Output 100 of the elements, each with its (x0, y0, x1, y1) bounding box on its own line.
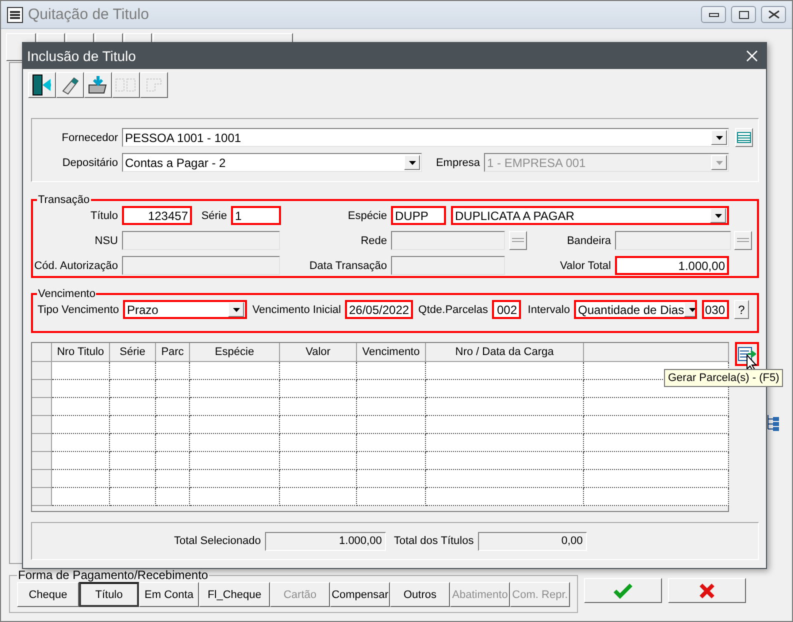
table-cell (156, 488, 190, 506)
cancel-button[interactable] (668, 578, 746, 603)
field-label: Empresa (434, 156, 481, 168)
text-field[interactable]: DUPP (391, 206, 446, 225)
field-label: Tipo Vencimento (36, 304, 120, 316)
text-field[interactable]: 123457 (122, 206, 192, 225)
column-header[interactable]: Vencimento (357, 343, 426, 362)
field-label: Vencimento Inicial (251, 304, 342, 316)
table-cell (156, 470, 190, 488)
table-cell (52, 434, 110, 452)
table-cell (52, 488, 110, 506)
close-icon[interactable] (746, 50, 758, 62)
window-icon (7, 6, 23, 22)
field-label: Data Transação (308, 260, 388, 272)
dropdown[interactable]: PESSOA 1001 - 1001 (122, 128, 729, 147)
field-label: Bandeira (566, 234, 612, 246)
table-cell (357, 470, 426, 488)
lookup-button[interactable] (735, 128, 753, 147)
caret-icon (408, 160, 416, 164)
toolbar-button[interactable] (56, 72, 84, 98)
column-header[interactable]: Valor (280, 343, 357, 362)
group-label: Transação (37, 194, 91, 206)
tree-icon (766, 414, 780, 431)
total-field: 0,00 (478, 532, 587, 550)
confirm-button[interactable] (584, 578, 662, 603)
text-field[interactable]: 1 (231, 206, 281, 225)
dropdown[interactable]: Quantidade de Dias (574, 300, 697, 319)
caret-icon (232, 308, 240, 312)
table-cell (357, 398, 426, 416)
table-cell (156, 434, 190, 452)
caret-icon (716, 160, 722, 164)
field-label: Intervalo (526, 304, 571, 316)
field-label: Cód. Autorização (33, 260, 119, 272)
field-label: Rede (360, 234, 388, 246)
text-field[interactable]: 002 (492, 300, 521, 319)
caret-icon (688, 308, 695, 312)
field-label: Fornecedor (60, 132, 119, 144)
tooltip: Gerar Parcela(s) - (F5) (664, 369, 784, 387)
payment-button[interactable]: Fl_Cheque (199, 582, 270, 607)
text-field[interactable]: 030 (702, 300, 729, 319)
toolbar-button[interactable] (28, 72, 56, 98)
field-label: Depositário (61, 156, 119, 168)
text-field[interactable]: 1.000,00 (615, 256, 729, 275)
table-cell (52, 452, 110, 470)
toolbar-button[interactable] (84, 72, 112, 98)
list-arrow-icon (738, 347, 756, 361)
dialog-title: Inclusão de Titulo (27, 48, 137, 64)
table-cell (52, 362, 110, 380)
payment-button[interactable]: Outros (390, 582, 450, 607)
table-cell (110, 362, 156, 380)
table-cell (52, 416, 110, 434)
payment-button[interactable]: Título (79, 582, 139, 607)
field-label: Valor Total (559, 260, 612, 272)
table-cell (357, 380, 426, 398)
list-icon (737, 132, 751, 143)
caret-icon (716, 136, 722, 140)
column-header[interactable]: Nro / Data da Carga (426, 343, 584, 362)
text-field[interactable]: 26/05/2022 (345, 300, 413, 319)
table-cell (156, 362, 190, 380)
column-header[interactable]: Espécie (190, 343, 280, 362)
group-label: Vencimento (37, 288, 96, 300)
field-label: NSU (94, 234, 119, 246)
payment-button[interactable]: Compensar (330, 582, 390, 607)
table-cell (156, 416, 190, 434)
table-cell (357, 362, 426, 380)
dropdown: 1 - EMPRESA 001 (484, 153, 729, 172)
dropdown[interactable]: DUPLICATA A PAGAR (451, 206, 729, 225)
payment-button[interactable]: Em Conta (139, 582, 199, 607)
minimize-button[interactable] (701, 6, 726, 23)
table-cell (52, 398, 110, 416)
close-icon (699, 582, 715, 598)
cursor-icon (746, 354, 758, 372)
folder-download-icon (87, 75, 109, 95)
table-cell (110, 488, 156, 506)
door-icon (32, 74, 52, 96)
table-cell (156, 380, 190, 398)
field-label: Total dos Títulos (394, 535, 474, 547)
payment-button: Cartão (270, 582, 330, 607)
dropdown[interactable]: Prazo (123, 300, 247, 319)
payment-button[interactable]: Cheque (17, 582, 79, 607)
table-cell (52, 470, 110, 488)
close-icon (768, 10, 780, 19)
payment-button: Abatimento (450, 582, 510, 607)
table-cell (110, 380, 156, 398)
help-button[interactable]: ? (734, 300, 749, 319)
table-cell (357, 488, 426, 506)
payment-button: Com. Repr. (510, 582, 570, 607)
maximize-button[interactable] (731, 6, 756, 23)
table-cell (110, 398, 156, 416)
column-header[interactable]: Nro Titulo (52, 343, 110, 362)
eraser-icon (60, 75, 80, 95)
dropdown[interactable]: Contas a Pagar - 2 (122, 153, 422, 172)
table-cell (156, 452, 190, 470)
table-cell (357, 434, 426, 452)
table-cell (357, 416, 426, 434)
close-button[interactable] (761, 6, 786, 23)
field-label: Qtde.Parcelas (417, 304, 489, 316)
column-header[interactable]: Série (110, 343, 156, 362)
table-cell (357, 452, 426, 470)
column-header[interactable]: Parc (156, 343, 190, 362)
